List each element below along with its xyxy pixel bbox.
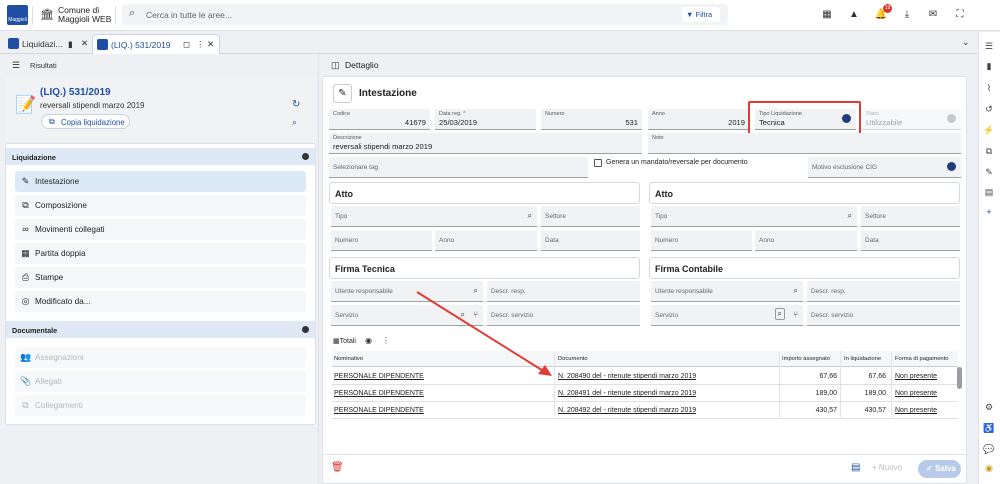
footer-divider: [322, 454, 967, 455]
annotation-arrow: [416, 291, 552, 376]
save-button[interactable]: ✓ Salva: [918, 460, 961, 478]
new-button: + Nuovo: [872, 463, 903, 472]
trash-icon[interactable]: 🗑: [331, 463, 344, 473]
document-icon[interactable]: ▤: [851, 462, 860, 473]
